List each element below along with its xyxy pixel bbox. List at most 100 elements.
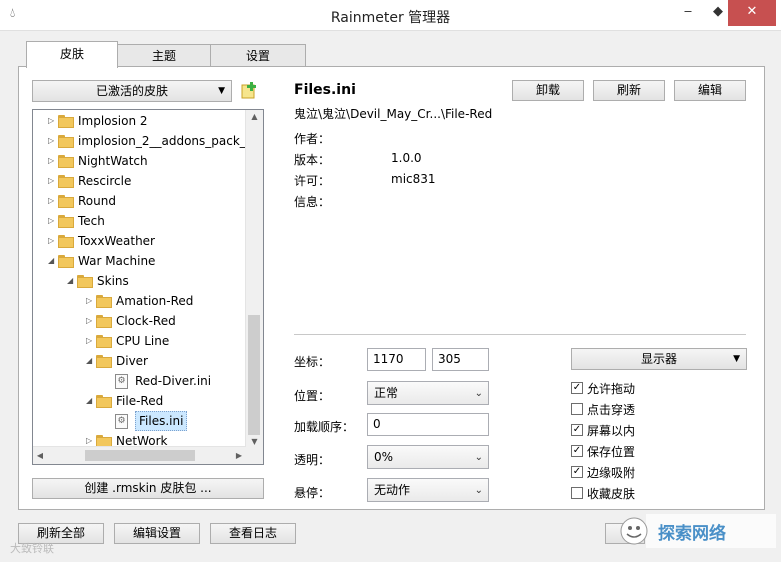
license-value: mic831	[391, 172, 436, 186]
chevron-down-icon: ▼	[733, 354, 740, 364]
collapse-arrow-icon[interactable]: ◢	[48, 251, 58, 271]
tree-node[interactable]: ▷ Amation-Red	[33, 291, 246, 311]
tree-node[interactable]: ◢ Skins	[33, 271, 246, 291]
minimize-button[interactable]: ‒	[678, 0, 698, 26]
tree-node[interactable]: ⚙ Files.ini	[33, 411, 246, 431]
tree-node[interactable]: ◢ Diver	[33, 351, 246, 371]
active-skins-dropdown[interactable]: 已激活的皮肤 ▼	[32, 80, 232, 102]
expand-arrow-icon[interactable]: ▷	[48, 191, 58, 211]
skin-path: 鬼泣\鬼泣\Devil_May_Cr...\File-Red	[294, 107, 493, 121]
tree-node[interactable]: ▷ Clock-Red	[33, 311, 246, 331]
folder-icon	[58, 215, 74, 228]
hscroll-thumb[interactable]	[85, 450, 195, 461]
tree-node[interactable]: ▷ Tech	[33, 211, 246, 231]
allow-drag-checkbox[interactable]: ✓	[571, 382, 583, 394]
load-order-input[interactable]: 0	[367, 413, 489, 436]
skin-file-name: Files.ini	[294, 82, 356, 98]
tree-node[interactable]: ▷ Round	[33, 191, 246, 211]
monitor-label: 显示器	[640, 352, 677, 366]
favorite-checkbox[interactable]	[571, 487, 583, 499]
window-title: Rainmeter 管理器	[330, 10, 451, 26]
expand-arrow-icon[interactable]: ▷	[48, 131, 58, 151]
monitor-dropdown[interactable]: 显示器 ▼	[571, 348, 747, 370]
folder-icon	[58, 115, 74, 128]
tree-node-label: Rescircle	[78, 174, 132, 188]
x-coordinate-input[interactable]: 1170	[367, 348, 426, 371]
expand-arrow-icon[interactable]: ▷	[86, 291, 96, 311]
folder-icon	[58, 155, 74, 168]
edit-button[interactable]: 编辑	[674, 80, 746, 101]
transparency-select[interactable]: 0% ⌄	[367, 445, 489, 469]
coords-label: 坐标：	[294, 355, 331, 369]
expand-arrow-icon[interactable]: ▷	[48, 171, 58, 191]
expand-arrow-icon[interactable]: ▷	[86, 311, 96, 331]
refresh-button[interactable]: 刷新	[593, 80, 665, 101]
info-label: 信息：	[294, 195, 331, 209]
tab-settings[interactable]: 设置	[210, 44, 306, 67]
scroll-corner	[246, 447, 263, 464]
folder-icon	[77, 275, 93, 288]
tree-node[interactable]: ▷ CPU Line	[33, 331, 246, 351]
tree-node[interactable]: ▷ Rescircle	[33, 171, 246, 191]
favorite-label[interactable]: 收藏皮肤	[587, 485, 635, 502]
hover-select[interactable]: 无动作 ⌄	[367, 478, 489, 502]
keep-on-screen-checkbox[interactable]: ✓	[571, 424, 583, 436]
expand-arrow-icon[interactable]: ▷	[48, 211, 58, 231]
scroll-left-icon[interactable]: ◀	[33, 447, 47, 464]
load-order-label: 加载顺序：	[294, 420, 355, 434]
expand-arrow-icon[interactable]: ▷	[48, 111, 58, 131]
tab-themes[interactable]: 主题	[116, 44, 212, 67]
folder-icon	[96, 395, 112, 408]
tree-node[interactable]: ◢ File-Red	[33, 391, 246, 411]
collapse-arrow-icon[interactable]: ◢	[67, 271, 77, 291]
tree-node-label: NightWatch	[78, 154, 148, 168]
position-select[interactable]: 正常 ⌄	[367, 381, 489, 405]
scroll-up-icon[interactable]: ▲	[246, 110, 263, 124]
edit-settings-button[interactable]: 编辑设置	[114, 523, 200, 544]
maximize-button[interactable]: ◆	[708, 0, 728, 26]
expand-arrow-icon[interactable]: ▷	[86, 331, 96, 351]
snap-to-edges-checkbox[interactable]: ✓	[571, 466, 583, 478]
scroll-thumb[interactable]	[248, 315, 260, 435]
tree-node-label: Clock-Red	[116, 314, 176, 328]
tree-node-label: CPU Line	[116, 334, 170, 348]
snap-to-edges-label[interactable]: 边缘吸附	[587, 464, 635, 481]
collapse-arrow-icon[interactable]: ◢	[86, 391, 96, 411]
version-label: 版本：	[294, 153, 331, 167]
tree-node-label: File-Red	[116, 394, 164, 408]
skins-tree[interactable]: ▷ NetWork ⚙ Files.ini ◢ File-Red ⚙ Red-Diver.in…	[32, 109, 264, 465]
view-log-button[interactable]: 查看日志	[210, 523, 296, 544]
keep-on-screen-label[interactable]: 屏幕以内	[587, 422, 635, 439]
expand-arrow-icon[interactable]: ▷	[48, 151, 58, 171]
tab-skins[interactable]: 皮肤	[26, 41, 118, 68]
tree-node[interactable]: ▷ NightWatch	[33, 151, 246, 171]
section-divider	[294, 334, 746, 335]
click-through-label[interactable]: 点击穿透	[587, 401, 635, 418]
tree-node[interactable]: ⚙ Red-Diver.ini	[33, 371, 246, 391]
click-through-checkbox[interactable]	[571, 403, 583, 415]
y-coordinate-input[interactable]: 305	[432, 348, 489, 371]
expand-arrow-icon[interactable]: ▷	[48, 231, 58, 251]
add-skin-icon[interactable]	[241, 82, 258, 99]
save-position-checkbox[interactable]: ✓	[571, 445, 583, 457]
tree-node[interactable]: ▷ Implosion 2	[33, 111, 246, 131]
tree-node[interactable]: ▷ implosion_2__addons_pack_v	[33, 131, 253, 151]
folder-icon	[58, 255, 74, 268]
collapse-arrow-icon[interactable]: ◢	[86, 351, 96, 371]
watermark-badge: 探索网络	[618, 511, 778, 551]
allow-drag-label[interactable]: 允许拖动	[587, 380, 635, 397]
tree-horizontal-scrollbar[interactable]: ◀ ▶	[33, 446, 246, 464]
create-rmskin-button[interactable]: 创建 .rmskin 皮肤包 ...	[32, 478, 264, 499]
tree-vertical-scrollbar[interactable]: ▲ ▼	[245, 110, 263, 449]
license-label: 许可：	[294, 174, 331, 188]
tree-node-label: Implosion 2	[78, 114, 148, 128]
tree-node[interactable]: ▷ ToxxWeather	[33, 231, 246, 251]
chevron-down-icon: ⌄	[474, 485, 483, 496]
save-position-label[interactable]: 保存位置	[587, 443, 635, 460]
unload-button[interactable]: 卸载	[512, 80, 584, 101]
scroll-right-icon[interactable]: ▶	[232, 447, 246, 464]
folder-icon	[96, 355, 112, 368]
close-button[interactable]: ✕	[728, 0, 776, 26]
tree-node-label: War Machine	[78, 254, 156, 268]
tree-node[interactable]: ◢ War Machine	[33, 251, 246, 271]
